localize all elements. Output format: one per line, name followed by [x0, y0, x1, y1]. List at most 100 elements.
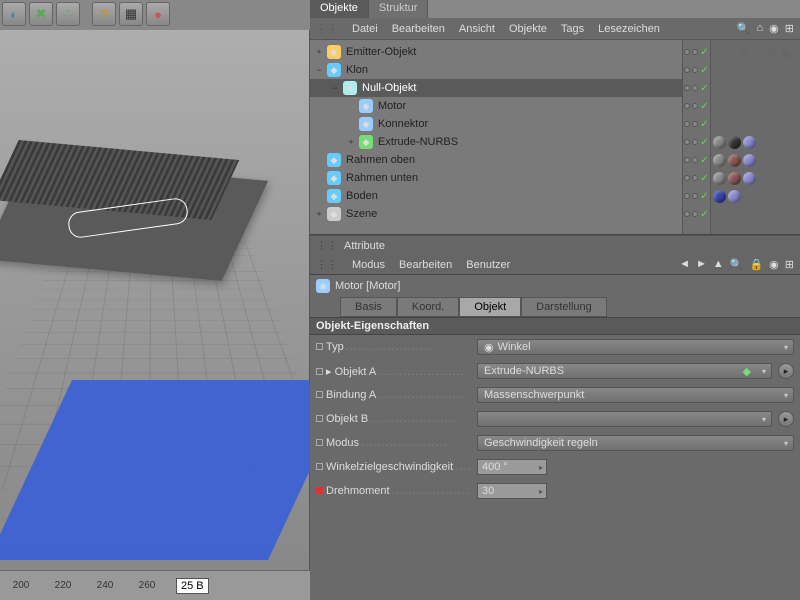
- tree-expand-icon[interactable]: −: [314, 65, 324, 75]
- tree-expand-icon[interactable]: −: [330, 83, 340, 93]
- nav-zoom-icon[interactable]: ⤢: [753, 46, 763, 61]
- tree-expand-icon[interactable]: +: [314, 209, 324, 219]
- prop-field-objekt-a[interactable]: Extrude-NURBS◆: [477, 363, 772, 379]
- tag-row[interactable]: [713, 169, 798, 187]
- tree-item-label: Konnektor: [378, 118, 428, 130]
- menu-modus[interactable]: Modus: [352, 259, 385, 271]
- subtab-darstellung[interactable]: Darstellung: [521, 297, 607, 317]
- ruler-tick: 260: [126, 580, 168, 591]
- subtab-basis[interactable]: Basis: [340, 297, 397, 317]
- motor-icon: ◉: [316, 279, 330, 293]
- tree-row[interactable]: ◆Boden: [310, 187, 682, 205]
- visibility-toggle[interactable]: ✓: [683, 205, 710, 223]
- tool-button-2[interactable]: ✖: [29, 2, 53, 26]
- visibility-toggle[interactable]: ✓: [683, 115, 710, 133]
- prop-picker-button[interactable]: ▸: [778, 363, 794, 379]
- tool-button-help[interactable]: ?: [92, 2, 116, 26]
- tree-row[interactable]: −◆ Klon: [310, 61, 682, 79]
- prop-dropdown-modus[interactable]: Geschwindigkeit regeln: [477, 435, 794, 451]
- nav-frame-icon[interactable]: ▣: [781, 46, 792, 61]
- attribute-object-name: Motor [Motor]: [335, 280, 400, 292]
- search-icon[interactable]: 🔍: [737, 22, 751, 35]
- grip-icon[interactable]: ⋮⋮: [316, 22, 338, 35]
- menu-objekte[interactable]: Objekte: [509, 23, 547, 35]
- menu-bearbeiten[interactable]: Bearbeiten: [399, 259, 452, 271]
- subtab-objekt[interactable]: Objekt: [459, 297, 521, 317]
- tool-button-1[interactable]: ◐: [2, 2, 26, 26]
- tab-struktur[interactable]: Struktur: [369, 0, 429, 18]
- properties-panel: Typ ◉Winkel ▸ Objekt A Extrude-NURBS◆ ▸ …: [310, 335, 800, 600]
- nav-back-icon[interactable]: ◄: [679, 258, 690, 271]
- eye-icon[interactable]: ◉: [769, 22, 779, 35]
- prop-dropdown-bindung-a[interactable]: Massenschwerpunkt: [477, 387, 794, 403]
- tree-item-label: Boden: [346, 190, 378, 202]
- tree-expand-icon[interactable]: +: [314, 47, 324, 57]
- tree-row[interactable]: −◆Null-Objekt: [310, 79, 682, 97]
- tree-item-icon: ◆: [327, 207, 341, 221]
- grip-icon[interactable]: ⋮⋮: [316, 239, 338, 252]
- tree-row[interactable]: +◆ Szene: [310, 205, 682, 223]
- tree-item-icon: ◆: [327, 63, 341, 77]
- visibility-toggle[interactable]: ✓: [683, 151, 710, 169]
- grip-icon[interactable]: ⋮⋮: [316, 258, 338, 271]
- prop-picker-button[interactable]: ▸: [778, 411, 794, 427]
- menu-benutzer[interactable]: Benutzer: [466, 259, 510, 271]
- tree-row[interactable]: ◆Konnektor: [310, 115, 682, 133]
- tree-item-icon: ◆: [343, 81, 357, 95]
- visibility-toggle[interactable]: ✓: [683, 43, 710, 61]
- subtab-koord[interactable]: Koord.: [397, 297, 459, 317]
- tree-row[interactable]: ◆Motor: [310, 97, 682, 115]
- prop-label-bindung-a: Bindung A: [316, 389, 471, 401]
- tree-row[interactable]: ◆Rahmen unten: [310, 169, 682, 187]
- viewport-3d[interactable]: [0, 0, 310, 570]
- prop-dropdown-typ[interactable]: ◉Winkel: [477, 339, 794, 355]
- tree-expand-icon[interactable]: +: [346, 137, 356, 147]
- tag-row[interactable]: [713, 187, 798, 205]
- tree-item-icon: ◆: [327, 171, 341, 185]
- new-icon[interactable]: ◉: [769, 258, 779, 271]
- tag-row[interactable]: [713, 151, 798, 169]
- tree-item-label: Klon: [346, 64, 368, 76]
- menu-tags[interactable]: Tags: [561, 23, 584, 35]
- visibility-toggle[interactable]: ✓: [683, 79, 710, 97]
- frame-counter[interactable]: 25 B: [176, 578, 209, 594]
- prop-field-objekt-b[interactable]: [477, 411, 772, 427]
- right-panel: Objekte Struktur ⋮⋮ Datei Bearbeiten Ans…: [310, 0, 800, 600]
- tree-item-label: Rahmen oben: [346, 154, 415, 166]
- nav-move-icon[interactable]: ✥: [739, 46, 749, 61]
- home-icon[interactable]: ⌂: [757, 22, 764, 35]
- prop-label-winkelziel: Winkelzielgeschwindigkeit: [316, 461, 471, 473]
- tag-row[interactable]: [713, 133, 798, 151]
- tool-button-3[interactable]: ∴: [56, 2, 80, 26]
- nav-up-icon[interactable]: ▲: [713, 258, 724, 271]
- prop-input-winkelziel[interactable]: 400 °: [477, 459, 547, 475]
- menu-ansicht[interactable]: Ansicht: [459, 23, 495, 35]
- tags-column: [710, 40, 800, 234]
- prop-input-drehmoment[interactable]: 30: [477, 483, 547, 499]
- menu-datei[interactable]: Datei: [352, 23, 378, 35]
- visibility-toggle[interactable]: ✓: [683, 97, 710, 115]
- visibility-toggle[interactable]: ✓: [683, 61, 710, 79]
- plus-icon[interactable]: ⊞: [785, 22, 794, 35]
- tree-row[interactable]: +◆Emitter-Objekt: [310, 43, 682, 61]
- visibility-toggle[interactable]: ✓: [683, 133, 710, 151]
- search-icon[interactable]: 🔍: [730, 258, 744, 271]
- prop-label-drehmoment: Drehmoment: [316, 485, 471, 497]
- visibility-toggle[interactable]: ✓: [683, 169, 710, 187]
- tab-objekte[interactable]: Objekte: [310, 0, 369, 18]
- plus-icon[interactable]: ⊞: [785, 258, 794, 271]
- nav-fwd-icon[interactable]: ►: [696, 258, 707, 271]
- lock-icon[interactable]: 🔒: [749, 258, 763, 271]
- tree-list: +◆Emitter-Objekt−◆Klon−◆Null-Objekt◆Moto…: [310, 40, 682, 234]
- menu-bearbeiten[interactable]: Bearbeiten: [392, 23, 445, 35]
- tool-button-grid[interactable]: ▦: [119, 2, 143, 26]
- menu-lesezeichen[interactable]: Lesezeichen: [598, 23, 660, 35]
- tree-row[interactable]: ◆Rahmen oben: [310, 151, 682, 169]
- ruler-tick: 200: [0, 580, 42, 591]
- visibility-toggle[interactable]: ✓: [683, 187, 710, 205]
- tree-row[interactable]: +◆Extrude-NURBS: [310, 133, 682, 151]
- tool-button-globe[interactable]: ●: [146, 2, 170, 26]
- tree-item-label: Szene: [346, 208, 377, 220]
- nav-rotate-icon[interactable]: ⟲: [767, 46, 777, 61]
- timeline-ruler[interactable]: 200 220 240 260 25 B: [0, 570, 310, 600]
